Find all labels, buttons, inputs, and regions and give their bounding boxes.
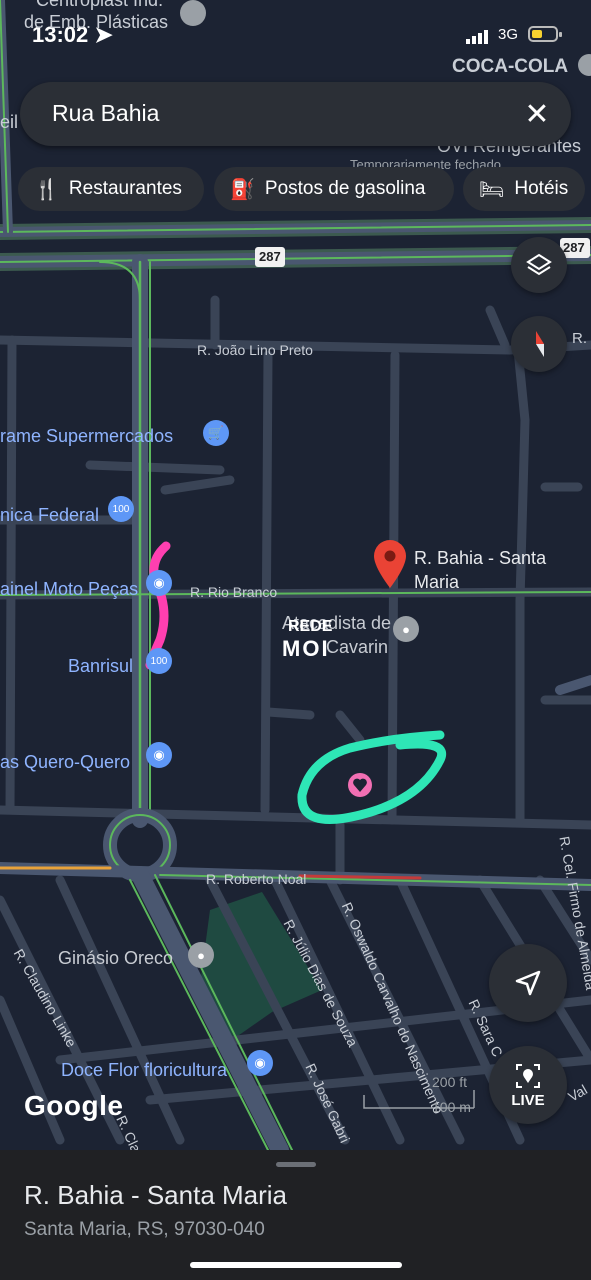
map-pin-icon[interactable]: ● — [393, 616, 419, 642]
place-address: Santa Maria, RS, 97030-040 — [24, 1219, 265, 1240]
poi-caixa[interactable]: nica Federal — [0, 505, 99, 526]
signal-icon — [466, 30, 492, 44]
atm-icon[interactable]: 100 — [108, 496, 134, 522]
chip-postos-de-gasolina[interactable]: ⛽ Postos de gasolina — [214, 167, 454, 211]
map-pin-icon — [180, 0, 206, 26]
poi-banrisul[interactable]: Banrisul — [68, 656, 133, 677]
layers-icon — [526, 253, 552, 276]
poi-label-centroplast: Centroplast Ind. — [36, 0, 164, 10]
poi-ginasio-oreco[interactable]: Ginásio Oreco — [58, 948, 173, 969]
highway-shield-right: 287 — [563, 240, 585, 255]
scale-m: 100 m — [432, 1099, 471, 1115]
place-bottom-sheet[interactable]: R. Bahia - Santa Maria Santa Maria, RS, … — [0, 1150, 591, 1280]
chip-restaurantes[interactable]: 🍴 Restaurantes — [18, 167, 204, 211]
scale-ft: 200 ft — [432, 1074, 468, 1090]
live-view-icon — [516, 1063, 540, 1088]
watermark-line1: REDE — [288, 618, 333, 635]
compass-button[interactable] — [511, 316, 567, 372]
fork-knife-icon: 🍴 — [34, 178, 59, 201]
place-title: R. Bahia - Santa Maria — [24, 1180, 288, 1210]
search-bar[interactable]: Rua Bahia ✕ — [20, 82, 571, 146]
watermark-logo: REDE MOI — [256, 618, 332, 662]
atm-icon[interactable]: 100 — [146, 648, 172, 674]
poi-doce-flor[interactable]: Doce Flor floricultura — [61, 1060, 227, 1081]
chip-hoteis[interactable]: 🛏 Hotéis — [463, 167, 585, 211]
battery-icon — [528, 26, 562, 42]
street-label-rio-branco: R. Rio Branco — [190, 584, 278, 600]
poi-label-emb: de Emb. Plásticas — [24, 12, 169, 32]
live-label: LIVE — [511, 1091, 545, 1109]
google-logo: Google — [24, 1090, 124, 1121]
poi-label-coca-cola: COCA-COLA — [452, 56, 569, 77]
layers-button[interactable] — [511, 237, 567, 293]
live-view-button[interactable]: LIVE — [489, 1046, 567, 1124]
close-icon[interactable]: ✕ — [517, 94, 557, 134]
poi-supermercado[interactable]: rame Supermercados — [0, 426, 173, 447]
home-indicator[interactable] — [190, 1262, 402, 1268]
poi-label-eil: eil — [0, 112, 19, 132]
shopping-bag-icon[interactable]: ◉ — [247, 1050, 273, 1076]
navigate-arrow-icon — [515, 970, 541, 996]
poi-quero-quero[interactable]: as Quero-Quero — [0, 752, 130, 773]
shopping-cart-icon[interactable]: 🛒 — [203, 420, 229, 446]
gas-station-icon: ⛽ — [230, 178, 255, 201]
drag-handle[interactable] — [276, 1162, 316, 1167]
search-input[interactable]: Rua Bahia — [52, 100, 159, 127]
poi-moto-pecas[interactable]: ainel Moto Peças — [0, 579, 138, 600]
shopping-bag-icon[interactable]: ◉ — [146, 742, 172, 768]
network-label: 3G — [498, 26, 519, 43]
heart-pin — [348, 773, 372, 797]
selected-pin-label[interactable]: R. Bahia - Santa — [414, 548, 546, 569]
street-label-roberto-noal: R. Roberto Noal — [206, 871, 307, 887]
highway-shield: 287 — [259, 249, 281, 264]
compass-icon — [536, 331, 544, 357]
map-pin-icon[interactable]: ● — [188, 942, 214, 968]
selected-pin-label-line2[interactable]: Maria — [414, 572, 459, 593]
my-location-button[interactable] — [489, 944, 567, 1022]
street-label-r-right: R. — [572, 330, 587, 347]
poi-atacadista-line2[interactable]: Cavarin — [326, 637, 388, 658]
street-label-joao-lino-preto: R. João Lino Preto — [197, 342, 313, 358]
shopping-bag-icon[interactable]: ◉ — [146, 570, 172, 596]
watermark-line2: MOI — [282, 636, 330, 661]
bed-icon: 🛏 — [479, 178, 505, 201]
